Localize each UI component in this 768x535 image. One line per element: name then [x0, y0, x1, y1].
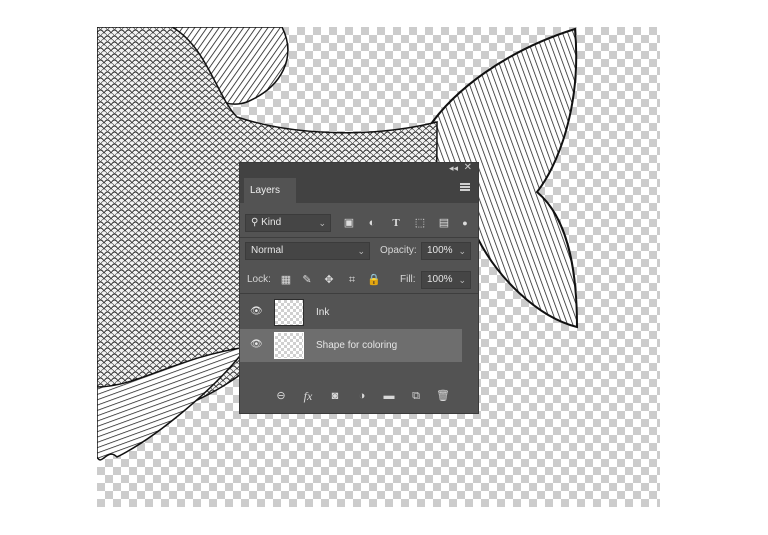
visibility-eye-icon[interactable]: 👁 [250, 340, 263, 350]
link-layers-icon[interactable]: ⊖ [274, 389, 288, 403]
blend-mode-value: Normal [251, 245, 284, 256]
search-icon: ⚲ [251, 217, 259, 228]
add-mask-icon[interactable]: ◙ [328, 389, 342, 403]
group-folder-icon[interactable]: ▬ [382, 389, 396, 403]
lock-row: Lock: ▦ ✎ ✥ ⌗ 🔒 Fill: 100% ⌄ [240, 269, 478, 291]
chevron-down-icon: ⌄ [357, 246, 365, 256]
close-panel-icon[interactable]: ✕ [464, 162, 472, 173]
blend-mode-select[interactable]: Normal ⌄ [245, 242, 370, 260]
visibility-eye-icon[interactable]: 👁 [250, 307, 263, 317]
type-filter-icon[interactable]: T [389, 216, 403, 230]
smart-object-filter-icon[interactable]: ▤ [437, 216, 451, 230]
filter-kind-select[interactable]: ⚲ Kind ⌄ [245, 214, 331, 232]
lock-artboard-icon[interactable]: ⌗ [345, 273, 359, 287]
blend-row: Normal ⌄ Opacity: 100% ⌄ [240, 240, 478, 262]
opacity-value: 100% [427, 245, 453, 256]
chevron-down-icon: ⌄ [318, 218, 326, 228]
panel-title-bar[interactable]: ◂◂ ✕ [240, 162, 478, 175]
collapse-panel-icon[interactable]: ◂◂ [449, 163, 458, 174]
layers-panel: ◂◂ ✕ Layers ⚲ Kind ⌄ ▣ ◐ T ⬚ ▤ ● Normal … [240, 162, 478, 413]
panel-tabbar: Layers [240, 175, 478, 203]
lock-position-icon[interactable]: ✥ [322, 273, 336, 287]
fill-value: 100% [427, 274, 453, 285]
layer-name: Ink [316, 307, 330, 318]
trash-icon[interactable]: 🗑 [436, 389, 450, 403]
layer-row-ink[interactable]: 👁 Ink [240, 296, 462, 329]
pixel-filter-icon[interactable]: ▣ [342, 216, 356, 230]
layer-thumbnail [274, 332, 304, 359]
filter-kind-label: Kind [261, 217, 282, 228]
layer-thumbnail [274, 299, 304, 326]
fx-icon[interactable]: fx [300, 389, 316, 403]
new-layer-icon[interactable]: ⧉ [409, 389, 423, 403]
shape-filter-icon[interactable]: ⬚ [413, 216, 427, 230]
adjustment-layer-icon[interactable]: ◑ [355, 389, 369, 403]
lock-image-icon[interactable]: ✎ [300, 273, 314, 287]
panel-footer: ⊖ fx ◙ ◑ ▬ ⧉ 🗑 [240, 381, 478, 411]
layer-row-shape-for-coloring[interactable]: 👁 Shape for coloring [240, 329, 462, 362]
fill-label: Fill: [400, 274, 416, 285]
opacity-label: Opacity: [380, 245, 417, 256]
filter-row: ⚲ Kind ⌄ ▣ ◐ T ⬚ ▤ ● [240, 212, 478, 234]
adjustment-filter-icon[interactable]: ◐ [365, 216, 379, 230]
tab-layers[interactable]: Layers [244, 178, 296, 203]
filter-toggle-icon[interactable]: ● [458, 216, 472, 230]
fill-field[interactable]: 100% ⌄ [421, 271, 471, 289]
chevron-down-icon: ⌄ [458, 246, 466, 256]
lock-all-icon[interactable]: 🔒 [367, 273, 381, 287]
lock-label: Lock: [247, 274, 271, 285]
layer-name: Shape for coloring [316, 340, 398, 351]
lock-transparent-icon[interactable]: ▦ [279, 273, 293, 287]
panel-menu-icon[interactable] [460, 183, 470, 191]
chevron-down-icon: ⌄ [458, 275, 466, 285]
opacity-field[interactable]: 100% ⌄ [421, 242, 471, 260]
